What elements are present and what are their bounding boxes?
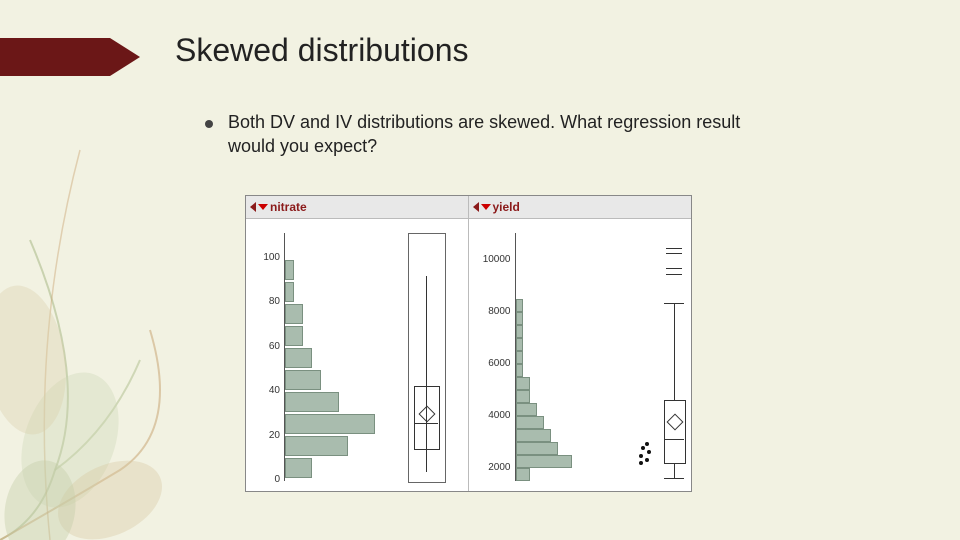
hist-bar <box>516 299 523 312</box>
hist-bar <box>285 370 321 390</box>
data-point <box>645 442 649 446</box>
title-arrow <box>0 38 140 76</box>
yield-subpanel: yield 2000 4000 6000 8000 10000 <box>469 196 692 491</box>
box-iqr <box>664 400 686 464</box>
hist-bar <box>285 304 303 324</box>
yield-header: yield <box>469 196 692 219</box>
hist-bar <box>285 458 312 478</box>
tick-20: 20 <box>254 430 280 441</box>
box-median <box>664 439 684 440</box>
yield-plot: 2000 4000 6000 8000 10000 <box>469 218 692 491</box>
data-point <box>639 461 643 465</box>
tick-100: 100 <box>254 252 280 263</box>
hist-bar <box>285 436 348 456</box>
menu-icon <box>481 204 491 210</box>
slide-root: Skewed distributions Both DV and IV dist… <box>0 0 960 540</box>
hist-bar <box>285 414 375 434</box>
disclosure-icon <box>250 202 256 212</box>
hist-bar <box>516 468 530 481</box>
hist-bar <box>516 312 523 325</box>
hist-bar <box>285 392 339 412</box>
hist-bar <box>516 377 530 390</box>
hist-bar <box>516 416 544 429</box>
tick-2000: 2000 <box>475 462 511 473</box>
hist-bar <box>516 364 523 377</box>
data-point <box>639 454 643 458</box>
tick-6000: 6000 <box>475 358 511 369</box>
hist-bar <box>516 442 558 455</box>
disclosure-icon <box>473 202 479 212</box>
nitrate-label: nitrate <box>270 200 307 214</box>
stats-panel: nitrate 0 20 40 60 80 100 <box>245 195 692 492</box>
tick-0: 0 <box>254 474 280 485</box>
nitrate-plot: 0 20 40 60 80 100 <box>246 218 468 491</box>
tick-60: 60 <box>254 341 280 352</box>
hist-bar <box>285 282 294 302</box>
hist-bar <box>516 325 523 338</box>
hist-bar <box>285 326 303 346</box>
outlier-mark <box>666 253 682 254</box>
box-cap <box>664 478 684 479</box>
tick-4000: 4000 <box>475 410 511 421</box>
data-point <box>641 446 645 450</box>
nitrate-subpanel: nitrate 0 20 40 60 80 100 <box>246 196 469 491</box>
tick-10000: 10000 <box>475 254 511 265</box>
nitrate-header: nitrate <box>246 196 468 219</box>
tick-8000: 8000 <box>475 306 511 317</box>
outlier-mark <box>666 268 682 269</box>
outlier-mark <box>666 248 682 249</box>
hist-bar <box>516 403 537 416</box>
hist-bar <box>516 455 572 468</box>
data-point <box>645 458 649 462</box>
outlier-mark <box>666 274 682 275</box>
hist-bar <box>516 351 523 364</box>
menu-icon <box>258 204 268 210</box>
hist-bar <box>285 348 312 368</box>
hist-bar <box>516 390 530 403</box>
bullet-icon <box>205 120 213 128</box>
hist-bar <box>516 338 523 351</box>
hist-bar <box>516 429 551 442</box>
box-median <box>414 423 438 424</box>
data-point <box>647 450 651 454</box>
box-cap <box>664 303 684 304</box>
tick-80: 80 <box>254 296 280 307</box>
slide-title: Skewed distributions <box>175 32 468 69</box>
body-text: Both DV and IV distributions are skewed.… <box>228 110 788 159</box>
yield-label: yield <box>493 200 520 214</box>
hist-bar <box>285 260 294 280</box>
tick-40: 40 <box>254 385 280 396</box>
leaf-decoration <box>0 0 260 540</box>
